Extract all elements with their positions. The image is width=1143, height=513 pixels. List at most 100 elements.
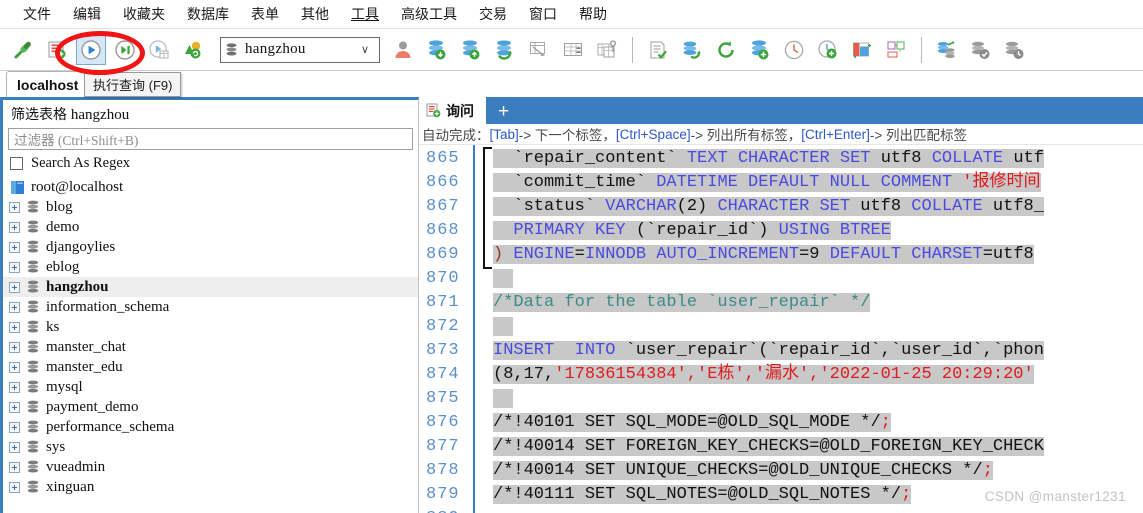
tree-item-eblog[interactable]: eblog: [3, 257, 418, 277]
db-clock-button[interactable]: [1000, 35, 1030, 65]
tree-item-djangoylies[interactable]: djangoylies: [3, 237, 418, 257]
expander-icon[interactable]: [9, 461, 20, 473]
tree-item-sys[interactable]: sys: [3, 437, 418, 457]
layout-button[interactable]: [847, 35, 877, 65]
code-line[interactable]: [475, 267, 1143, 291]
table-diagram-button[interactable]: [524, 35, 554, 65]
refresh-db-button[interactable]: [677, 35, 707, 65]
expander-icon[interactable]: [9, 361, 20, 373]
expander-icon[interactable]: [9, 261, 20, 273]
chevron-down-icon: ∨: [360, 44, 369, 56]
expander-icon[interactable]: [9, 221, 20, 233]
play-forward-circle-icon: [115, 39, 135, 60]
menu-item-window[interactable]: 窗口: [518, 0, 568, 28]
user-manager-button[interactable]: [388, 35, 418, 65]
tree-root-connection[interactable]: root@localhost: [3, 177, 418, 197]
compare-button[interactable]: [881, 35, 911, 65]
expander-icon[interactable]: [9, 381, 20, 393]
code-line[interactable]: /*!40101 SET SQL_MODE=@OLD_SQL_MODE */;: [475, 411, 1143, 435]
tree-item-blog[interactable]: blog: [3, 197, 418, 217]
code-line[interactable]: ) ENGINE=INNODB AUTO_INCREMENT=9 DEFAULT…: [475, 243, 1143, 267]
sql-editor[interactable]: 865 866 867 868 869 870 871 872 873 874 875 876 877 8…: [419, 145, 1143, 513]
expander-icon[interactable]: [9, 421, 20, 433]
db-check-button[interactable]: [966, 35, 996, 65]
expander-icon[interactable]: [9, 401, 20, 413]
autocomplete-hint-bar: 自动完成： [Tab] -> 下一个标签， [Ctrl+Space] -> 列出…: [419, 124, 1143, 145]
check-script-button[interactable]: [643, 35, 673, 65]
database-icon: [27, 360, 39, 373]
tree-item-ks[interactable]: ks: [3, 317, 418, 337]
export-database-button[interactable]: [456, 35, 486, 65]
expander-icon[interactable]: [9, 301, 20, 313]
database-tree[interactable]: root@localhost blog demo djangoylies ebl…: [3, 176, 418, 513]
search-as-regex-row[interactable]: Search As Regex: [3, 154, 418, 176]
code-line[interactable]: [475, 315, 1143, 339]
refresh-button[interactable]: [711, 35, 741, 65]
code-line[interactable]: /*Data for the table `user_repair` */: [475, 291, 1143, 315]
tree-item-label: sys: [46, 438, 66, 455]
search-as-regex-checkbox[interactable]: [10, 157, 23, 170]
menu-item-form[interactable]: 表单: [240, 0, 290, 28]
tree-item-xinguan[interactable]: xinguan: [3, 477, 418, 497]
scheduler-button[interactable]: [813, 35, 843, 65]
line-number: 877: [426, 437, 460, 456]
table-data-button[interactable]: [558, 35, 588, 65]
code-line[interactable]: /*!40014 SET FOREIGN_KEY_CHECKS=@OLD_FOR…: [475, 435, 1143, 459]
import-database-button[interactable]: [422, 35, 452, 65]
code-line[interactable]: `repair_content` TEXT CHARACTER SET utf8…: [475, 147, 1143, 171]
tree-item-demo[interactable]: demo: [3, 217, 418, 237]
tree-item-manster-chat[interactable]: manster_chat: [3, 337, 418, 357]
table-key-button[interactable]: [592, 35, 622, 65]
connection-tab-localhost[interactable]: localhost: [6, 71, 90, 97]
tree-item-vueadmin[interactable]: vueadmin: [3, 457, 418, 477]
explain-plan-button[interactable]: [178, 35, 208, 65]
tree-item-information-schema[interactable]: information_schema: [3, 297, 418, 317]
code-line[interactable]: (8,17,'17836154384','E栋','漏水','2022-01-2…: [475, 363, 1143, 387]
query-tab[interactable]: 询问: [419, 97, 486, 124]
execute-query-button[interactable]: [76, 34, 106, 65]
code-line[interactable]: PRIMARY KEY (`repair_id`) USING BTREE: [475, 219, 1143, 243]
tree-item-performance-schema[interactable]: performance_schema: [3, 417, 418, 437]
code-line[interactable]: /*!40014 SET UNIQUE_CHECKS=@OLD_UNIQUE_C…: [475, 459, 1143, 483]
expander-icon[interactable]: [9, 341, 20, 353]
query-list-button[interactable]: [42, 35, 72, 65]
code-line[interactable]: `commit_time` DATETIME DEFAULT NULL COMM…: [475, 171, 1143, 195]
expander-icon[interactable]: [9, 441, 20, 453]
code-line[interactable]: [475, 507, 1143, 513]
expander-icon[interactable]: [9, 481, 20, 493]
menu-item-file[interactable]: 文件: [12, 0, 62, 28]
history-button[interactable]: [779, 35, 809, 65]
menu-item-other[interactable]: 其他: [290, 0, 340, 28]
add-db-button[interactable]: [745, 35, 775, 65]
execute-forward-button[interactable]: [110, 35, 140, 65]
db-transfer-button[interactable]: [932, 35, 962, 65]
menu-item-advanced-tools[interactable]: 高级工具: [390, 0, 468, 28]
expander-icon[interactable]: [9, 321, 20, 333]
menu-item-edit[interactable]: 编辑: [62, 0, 112, 28]
sync-database-button[interactable]: [490, 35, 520, 65]
code-line[interactable]: INSERT INTO `user_repair`(`repair_id`,`u…: [475, 339, 1143, 363]
code-line[interactable]: `status` VARCHAR(2) CHARACTER SET utf8 C…: [475, 195, 1143, 219]
tree-item-hangzhou[interactable]: hangzhou: [3, 277, 418, 297]
menu-item-favorites[interactable]: 收藏夹: [112, 0, 176, 28]
tree-item-mysql[interactable]: mysql: [3, 377, 418, 397]
sql-code-area[interactable]: `repair_content` TEXT CHARACTER SET utf8…: [475, 145, 1143, 513]
tree-item-manster-edu[interactable]: manster_edu: [3, 357, 418, 377]
menu-item-help[interactable]: 帮助: [568, 0, 618, 28]
expander-icon[interactable]: [9, 241, 20, 253]
autocomplete-key-ctrl-space: [Ctrl+Space]: [615, 126, 691, 142]
expander-icon[interactable]: [9, 201, 20, 213]
new-query-tab-button[interactable]: +: [486, 100, 521, 124]
autocomplete-prefix: 自动完成：: [422, 128, 490, 143]
menu-item-transaction[interactable]: 交易: [468, 0, 518, 28]
database-selector[interactable]: hangzhou ∨: [220, 36, 380, 63]
execute-to-file-button[interactable]: [144, 35, 174, 65]
tree-item-payment-demo[interactable]: payment_demo: [3, 397, 418, 417]
editor-vertical-scrollbar[interactable]: [1139, 193, 1143, 513]
expander-icon[interactable]: [9, 281, 20, 293]
menu-item-tools[interactable]: 工具: [340, 0, 390, 28]
filter-input[interactable]: 过滤器 (Ctrl+Shift+B): [8, 128, 413, 150]
new-connection-button[interactable]: [8, 35, 38, 65]
code-line[interactable]: [475, 387, 1143, 411]
menu-item-database[interactable]: 数据库: [176, 0, 240, 28]
